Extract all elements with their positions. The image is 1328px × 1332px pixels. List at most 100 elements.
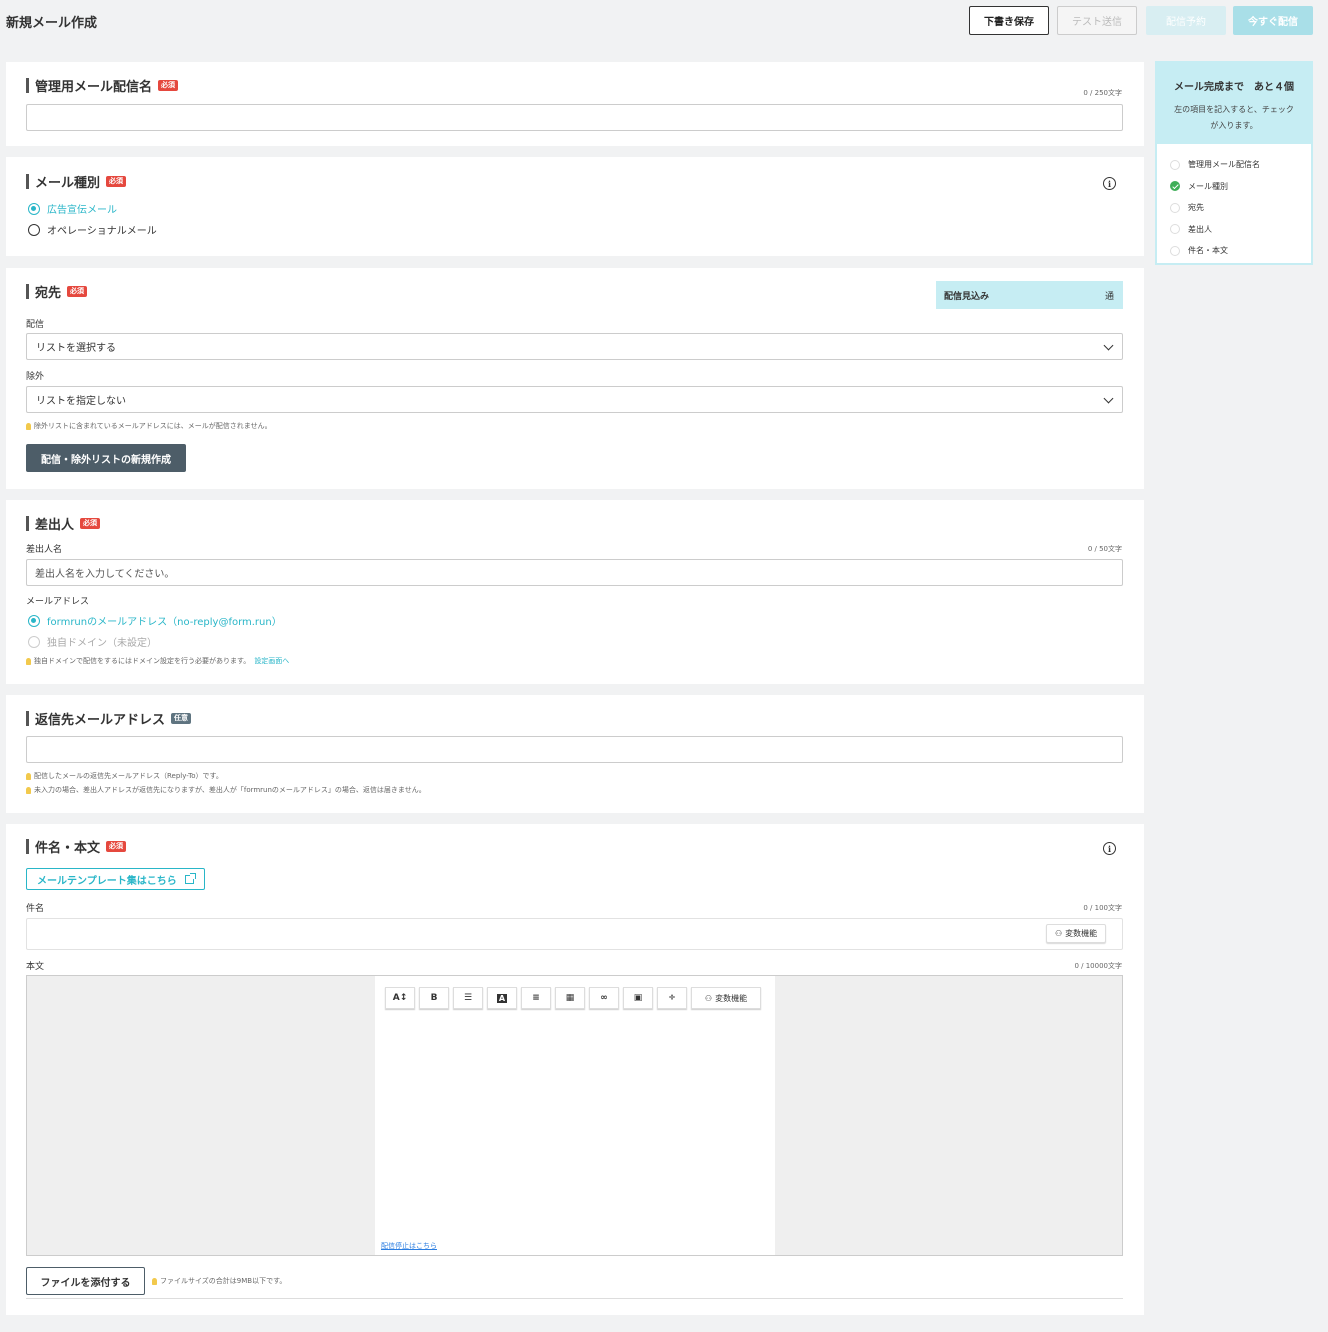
check-circle-icon <box>1170 224 1180 235</box>
radio-custom-domain[interactable]: 独自ドメイン（未設定） <box>28 634 157 649</box>
sender-section: 差出人 必須 差出人名 0 / 50文字 差出人名を入力してください。 メールア… <box>6 500 1144 684</box>
subject-variable-button[interactable]: ⚇ 変数機能 <box>1046 924 1107 943</box>
table-icon[interactable]: ▦ <box>555 987 585 1009</box>
bulb-icon <box>26 422 31 430</box>
exclude-label: 除外 <box>26 372 45 382</box>
required-badge: 必須 <box>106 176 127 187</box>
schedule-button[interactable]: 配信予約 <box>1146 6 1226 35</box>
radio-advertising[interactable]: 広告宣伝メール <box>28 201 117 216</box>
external-link-icon <box>184 872 196 884</box>
char-counter: 0 / 10000文字 <box>1074 962 1122 970</box>
chevron-down-icon <box>1103 393 1114 404</box>
person-icon: ⚇ <box>1055 929 1063 938</box>
attach-file-button[interactable]: ファイルを添付する <box>26 1267 145 1295</box>
template-link-button[interactable]: メールテンプレート集はこちら <box>26 868 205 890</box>
section-title: 返信先メールアドレス 任意 <box>26 711 192 728</box>
exclude-hint: 除外リストに含まれているメールアドレスには、メールが配信されません。 <box>26 421 272 431</box>
unsubscribe-link[interactable]: 配信停止はこちら <box>381 1241 437 1251</box>
check-circle-icon <box>1170 159 1180 170</box>
divider <box>26 1298 1123 1299</box>
subject-body-section: 件名・本文 必須 i メールテンプレート集はこちら 件名 0 / 100文字 ⚇… <box>6 824 1144 1315</box>
bulb-icon <box>26 786 31 794</box>
editor-toolbar: A↕ B ☰ A ≡ ▦ ∞ ▣ ÷ ⚇ 変数機能 <box>385 987 761 1009</box>
reply-to-hint-2: 未入力の場合、差出人アドレスが返信先になりますが、差出人が「formrunのメー… <box>26 785 426 795</box>
admin-name-input[interactable] <box>26 104 1123 131</box>
font-size-icon[interactable]: A↕ <box>385 987 415 1009</box>
completion-desc: 左の項目を記入すると、チェックが入ります。 <box>1174 105 1294 130</box>
text-color-icon[interactable]: A <box>487 987 517 1009</box>
deliver-label: 配信 <box>26 320 45 330</box>
radio-operational[interactable]: オペレーショナルメール <box>28 222 157 237</box>
divider-icon[interactable]: ÷ <box>657 987 687 1009</box>
admin-name-section: 管理用メール配信名 必須 0 / 250文字 <box>6 62 1144 146</box>
body-editor[interactable]: A↕ B ☰ A ≡ ▦ ∞ ▣ ÷ ⚇ 変数機能 配信停止はこちら <box>26 975 1123 1256</box>
page-title: 新規メール作成 <box>6 16 98 31</box>
reply-to-hint-1: 配信したメールの返信先メールアドレス（Reply-To）です。 <box>26 771 223 781</box>
email-label: メールアドレス <box>26 597 90 607</box>
bulb-icon <box>152 1277 157 1285</box>
section-title: 管理用メール配信名 必須 <box>26 78 179 95</box>
editor-variable-button[interactable]: ⚇ 変数機能 <box>691 987 761 1009</box>
checklist-item: 件名・本文 <box>1170 240 1311 262</box>
info-icon[interactable]: i <box>1103 842 1116 855</box>
required-badge: 必須 <box>80 518 101 529</box>
section-title: 差出人 必須 <box>26 516 101 533</box>
body-label: 本文 <box>26 962 45 972</box>
settings-link[interactable]: 設定画面へ <box>254 656 289 666</box>
completion-list: 管理用メール配信名 メール種別 宛先 差出人 件名・本文 <box>1157 144 1311 262</box>
checklist-item: 差出人 <box>1170 219 1311 241</box>
section-title: 宛先 必須 <box>26 284 88 301</box>
exclude-list-select[interactable]: リストを指定しない <box>26 386 1123 413</box>
checklist-item: メール種別 <box>1170 176 1311 198</box>
radio-disabled-icon[interactable] <box>28 635 40 648</box>
check-circle-icon <box>1170 202 1180 213</box>
char-counter: 0 / 100文字 <box>1083 904 1122 912</box>
domain-hint: 独自ドメインで配信をするにはドメイン設定を行う必要があります。 設定画面へ <box>26 656 289 666</box>
align-icon[interactable]: ≡ <box>521 987 551 1009</box>
completion-title: メール完成まで あと４個 <box>1174 82 1294 93</box>
check-circle-icon <box>1170 181 1180 192</box>
section-title: 件名・本文 必須 <box>26 839 127 856</box>
bulb-icon <box>26 657 31 665</box>
section-title: メール種別 必須 <box>26 174 127 191</box>
radio-selected-icon[interactable] <box>28 614 40 627</box>
char-counter: 0 / 250文字 <box>1083 89 1122 97</box>
sender-name-input[interactable]: 差出人名を入力してください。 <box>26 559 1123 586</box>
send-now-button[interactable]: 今すぐ配信 <box>1233 6 1313 35</box>
image-icon[interactable]: ▣ <box>623 987 653 1009</box>
test-send-button[interactable]: テスト送信 <box>1057 6 1137 35</box>
completion-sidebar: メール完成まで あと４個 左の項目を記入すると、チェックが入ります。 管理用メー… <box>1155 61 1313 265</box>
subject-label: 件名 <box>26 904 45 914</box>
link-icon[interactable]: ∞ <box>589 987 619 1009</box>
info-icon[interactable]: i <box>1103 177 1116 190</box>
person-icon: ⚇ <box>704 993 713 1003</box>
bold-icon[interactable]: B <box>419 987 449 1009</box>
radio-empty-icon[interactable] <box>28 223 40 236</box>
completion-header: メール完成まで あと４個 左の項目を記入すると、チェックが入ります。 <box>1157 63 1311 144</box>
list-icon[interactable]: ☰ <box>453 987 483 1009</box>
bulb-icon <box>26 772 31 780</box>
checklist-item: 管理用メール配信名 <box>1170 154 1311 176</box>
radio-formrun-address[interactable]: formrunのメールアドレス（no-reply@form.run） <box>28 613 282 628</box>
sender-name-label: 差出人名 <box>26 545 63 555</box>
checklist-item: 宛先 <box>1170 197 1311 219</box>
reply-to-section: 返信先メールアドレス 任意 配信したメールの返信先メールアドレス（Reply-T… <box>6 695 1144 813</box>
top-bar: 新規メール作成 下書き保存 テスト送信 配信予約 今すぐ配信 <box>0 0 1328 44</box>
create-list-button[interactable]: 配信・除外リストの新規作成 <box>26 444 186 472</box>
attach-hint: ファイルサイズの合計は9MB以下です。 <box>152 1276 286 1286</box>
required-badge: 必須 <box>106 841 127 852</box>
mail-type-section: メール種別 必須 i 広告宣伝メール オペレーショナルメール <box>6 157 1144 256</box>
required-badge: 必須 <box>67 286 88 297</box>
deliver-list-select[interactable]: リストを選択する <box>26 333 1123 360</box>
check-circle-icon <box>1170 245 1180 256</box>
radio-selected-icon[interactable] <box>28 202 40 215</box>
required-badge: 必須 <box>158 80 179 91</box>
subject-input[interactable] <box>26 918 1123 950</box>
draft-save-button[interactable]: 下書き保存 <box>969 6 1049 35</box>
chevron-down-icon <box>1103 340 1114 351</box>
editor-canvas[interactable]: A↕ B ☰ A ≡ ▦ ∞ ▣ ÷ ⚇ 変数機能 配信停止はこちら <box>375 976 775 1255</box>
reply-to-input[interactable] <box>26 736 1123 763</box>
optional-badge: 任意 <box>171 713 192 724</box>
recipient-section: 宛先 必須 配信見込み 通 配信 リストを選択する 除外 リストを指定しない 除… <box>6 268 1144 489</box>
char-counter: 0 / 50文字 <box>1087 545 1122 553</box>
